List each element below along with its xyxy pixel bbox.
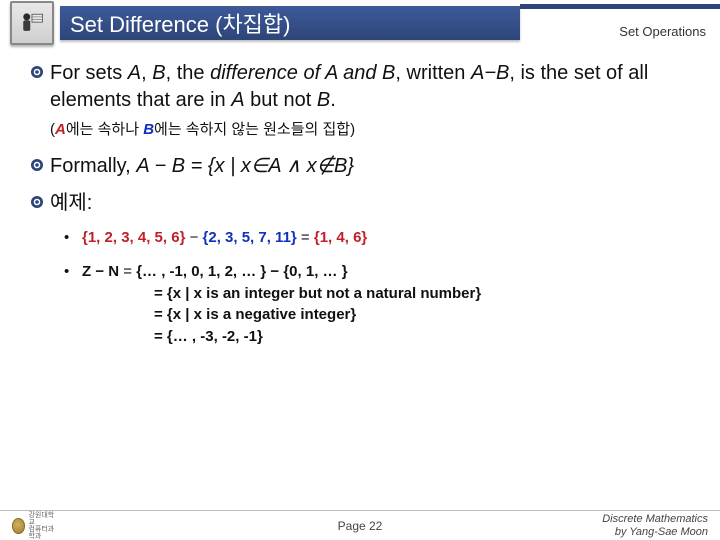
formal-text: Formally, A − B = {x | x∈A ∧ x∉B} — [50, 153, 354, 180]
examples-list: • {1, 2, 3, 4, 5, 6} − {2, 3, 5, 7, 11} … — [64, 227, 692, 348]
slide-footer: 강원대학교컴퓨터과학과 Page 22 Discrete Mathematics… — [0, 510, 720, 540]
formal-block: Formally, A − B = {x | x∈A ∧ x∉B} — [30, 153, 692, 180]
university-logo-icon — [12, 518, 25, 534]
definition-block: For sets A, B, the difference of A and B… — [30, 60, 692, 114]
page-number: Page 22 — [338, 519, 383, 533]
logo-caption: 강원대학교컴퓨터과학과 — [28, 512, 60, 540]
footer-logo-block: 강원대학교컴퓨터과학과 — [12, 516, 60, 536]
example-result: {1, 4, 6} — [314, 229, 367, 246]
bullet-icon — [30, 158, 50, 177]
example-lhs: Z − N — [82, 263, 119, 280]
sub-bullet: • — [64, 227, 82, 249]
definition-text: For sets A, B, the difference of A and B… — [50, 60, 692, 114]
korean-note: (A에는 속하나 B에는 속하지 않는 원소들의 집합) — [50, 118, 692, 139]
example-line: = {x | x is a negative integer} — [82, 304, 692, 326]
bullet-icon — [30, 195, 50, 214]
bullet-icon — [30, 65, 50, 84]
example-line: = {x | x is an integer but not a natural… — [82, 283, 692, 305]
header-accent-bar — [520, 4, 720, 9]
example-item: • {1, 2, 3, 4, 5, 6} − {2, 3, 5, 7, 11} … — [64, 227, 692, 249]
example-line: = {… , -3, -2, -1} — [82, 326, 692, 348]
example-set-a: {1, 2, 3, 4, 5, 6} — [82, 229, 185, 246]
footer-credit: Discrete Mathematics by Yang-Sae Moon — [602, 513, 708, 538]
examples-block: 예제: — [30, 190, 692, 217]
examples-label: 예제: — [50, 190, 92, 217]
section-subtitle: Set Operations — [619, 24, 706, 39]
slide-content: For sets A, B, the difference of A and B… — [0, 46, 720, 348]
slide-title: Set Difference (차집합) — [60, 6, 520, 40]
sub-bullet: • — [64, 261, 82, 283]
presenter-icon — [10, 1, 54, 45]
slide-header: Set Difference (차집합) Set Operations — [0, 0, 720, 46]
example-item: • Z − N = {… , -1, 0, 1, 2, … } − {0, 1,… — [64, 261, 692, 348]
example-set-b: {2, 3, 5, 7, 11} — [203, 229, 297, 246]
